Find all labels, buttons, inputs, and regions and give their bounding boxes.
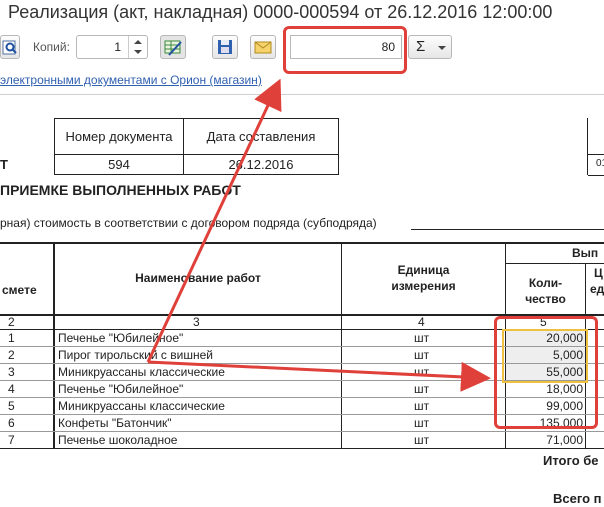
annotation-arrows — [146, 78, 491, 392]
arrow-right-icon — [147, 360, 491, 392]
arrow-up-icon — [146, 78, 282, 363]
